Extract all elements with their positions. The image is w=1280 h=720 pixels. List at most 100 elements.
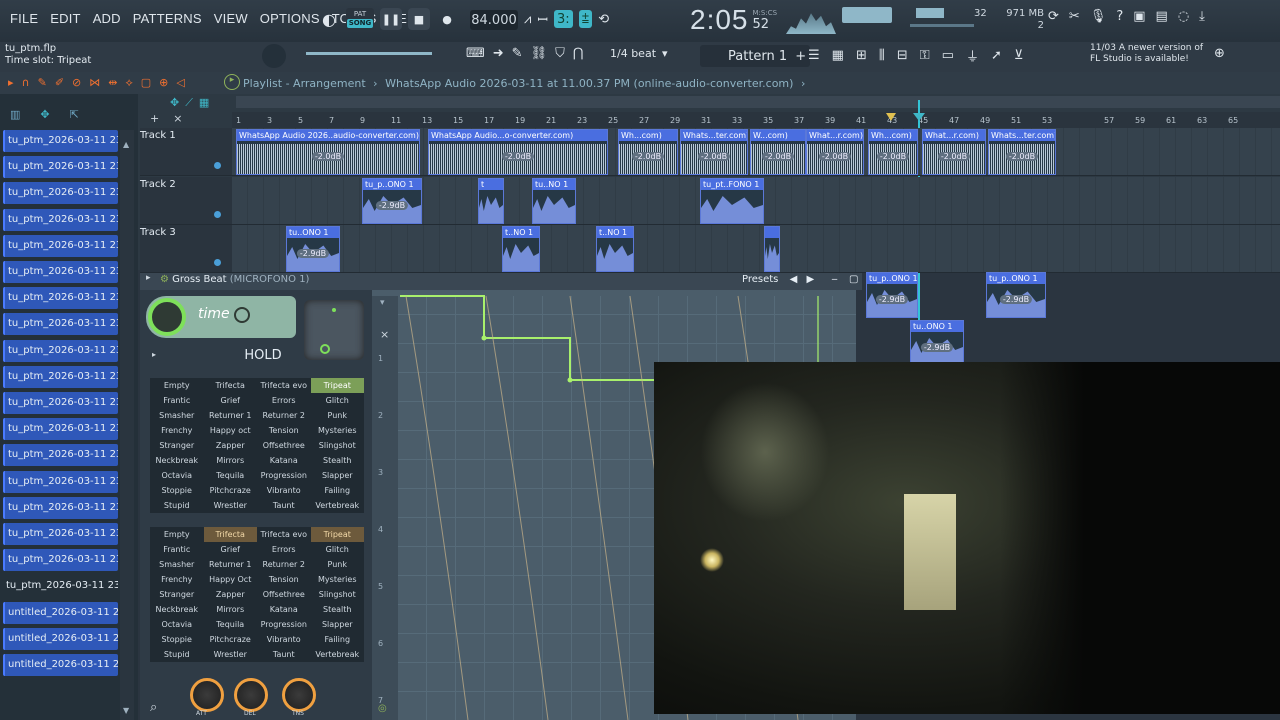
- preset-item[interactable]: Frenchy: [150, 423, 204, 438]
- browser-icon[interactable]: ⊟: [897, 46, 908, 65]
- preset-item[interactable]: Errors: [257, 542, 311, 557]
- preset-item[interactable]: Katana: [257, 453, 311, 468]
- preset-item[interactable]: Taunt: [257, 498, 311, 513]
- piano-roll-icon[interactable]: ▦: [832, 46, 844, 65]
- audio-clip[interactable]: t..NO 1: [596, 226, 634, 272]
- preset-item[interactable]: Trifecta: [204, 378, 258, 393]
- sidebar-file-item[interactable]: tu_ptm_2026-03-11 23-2...: [3, 365, 118, 388]
- sidebar-file-item[interactable]: tu_ptm_2026-03-11 23-2...: [3, 444, 118, 467]
- help-icon[interactable]: ?: [1116, 9, 1123, 24]
- sidebar-file-item[interactable]: tu_ptm_2026-03-11 23-2...: [3, 339, 118, 362]
- preset-item[interactable]: Wrestler: [204, 498, 258, 513]
- audio-clip[interactable]: What...r.com) -2.0dB: [806, 129, 864, 175]
- preset-item[interactable]: Happy oct: [204, 423, 258, 438]
- audio-clip[interactable]: Wh...com) -2.0dB: [618, 129, 678, 175]
- mixer-icon[interactable]: ⫼: [879, 46, 885, 65]
- preset-item[interactable]: Frenchy: [150, 572, 204, 587]
- preset-item[interactable]: Punk: [311, 408, 365, 423]
- tempo-display[interactable]: 84.000: [470, 10, 518, 30]
- slice-tool-icon[interactable]: ⟡: [125, 76, 132, 90]
- audio-clip[interactable]: tu..ONO 1 -2.9dB: [910, 320, 964, 366]
- add-track-icon[interactable]: +: [150, 112, 159, 125]
- preset-item[interactable]: Smasher: [150, 408, 204, 423]
- preset-item[interactable]: Slapper: [311, 617, 365, 632]
- master-pitch-icon[interactable]: ◐: [318, 8, 340, 30]
- preset-item[interactable]: Stoppie: [150, 483, 204, 498]
- audio-clip[interactable]: WhatsApp Audio...o-converter.com) -2.0dB: [428, 129, 608, 175]
- track-lane[interactable]: [232, 225, 1280, 273]
- sidebar-file-item[interactable]: tu_ptm_2026-03-11 23-2...: [3, 208, 118, 231]
- menu-edit[interactable]: EDIT: [44, 11, 86, 26]
- sidebar-file-item[interactable]: tu_ptm_2026-03-11 23-2...: [3, 313, 118, 336]
- sidebar-file-item[interactable]: tu_ptm_2026-03-11 23-2...: [3, 418, 118, 441]
- release-knob[interactable]: [234, 678, 268, 712]
- preset-item[interactable]: Pitchcraze: [204, 483, 258, 498]
- audio-clip[interactable]: tu_p..ONO 1 -2.9dB: [362, 178, 422, 224]
- preset-item[interactable]: Returner 1: [204, 557, 258, 572]
- preset-item[interactable]: Tripeat: [310, 378, 364, 393]
- sidebar-file-item[interactable]: tu_ptm_2026-03-11 23-2...: [3, 234, 118, 257]
- preset-item[interactable]: Progression: [257, 468, 311, 483]
- horizontal-scrollbar[interactable]: [236, 96, 1280, 108]
- preset-item[interactable]: Punk: [311, 557, 365, 572]
- preset-item[interactable]: Zapper: [204, 587, 258, 602]
- cart-icon[interactable]: ⊻: [1014, 46, 1024, 65]
- preset-item[interactable]: Neckbreak: [150, 602, 204, 617]
- zoom-slider-icon[interactable]: ⟋: [185, 96, 193, 110]
- preset-item[interactable]: Octavia: [150, 617, 204, 632]
- menu-patterns[interactable]: PATTERNS: [127, 11, 208, 26]
- playback-tool-icon[interactable]: ◁: [176, 76, 184, 90]
- zoom-tool-icon[interactable]: ⊕: [159, 76, 168, 90]
- preset-item[interactable]: Slapper: [311, 468, 365, 483]
- master-volume-slider[interactable]: [306, 52, 432, 55]
- audio-clip[interactable]: tu..ONO 1 -2.9dB: [286, 226, 340, 272]
- preset-item[interactable]: Tequila: [204, 617, 258, 632]
- browser-expand-icon[interactable]: ✥: [40, 108, 49, 121]
- save-icon[interactable]: ▣: [1133, 9, 1145, 24]
- preset-item[interactable]: Mysteries: [311, 572, 365, 587]
- preset-item[interactable]: Stoppie: [150, 632, 204, 647]
- preset-item[interactable]: Mirrors: [204, 453, 258, 468]
- stop-button[interactable]: ■: [408, 8, 430, 30]
- preset-item[interactable]: Slingshot: [311, 438, 365, 453]
- browser-toggle-icon[interactable]: ▥: [10, 108, 20, 121]
- preset-item[interactable]: Vertebreak: [311, 498, 365, 513]
- paint-tool-icon[interactable]: ✐: [55, 76, 64, 90]
- countdown-icon[interactable]: 3:: [553, 10, 573, 28]
- microphone-icon[interactable]: 🎙: [1090, 9, 1107, 24]
- track-header[interactable]: Track 1: [140, 128, 232, 176]
- preset-item[interactable]: Trifecta: [203, 527, 257, 542]
- preset-item[interactable]: Tripeat: [310, 527, 364, 542]
- sidebar-file-item[interactable]: tu_ptm_2026-03-11 23-2...: [3, 261, 118, 283]
- clock-icon[interactable]: [234, 307, 250, 323]
- preset-item[interactable]: Zapper: [204, 438, 258, 453]
- xy-pad[interactable]: [304, 300, 364, 360]
- stamp-icon[interactable]: ⛉: [555, 46, 565, 61]
- preset-item[interactable]: Offsethree: [257, 438, 311, 453]
- audio-clip[interactable]: t..NO 1: [502, 226, 540, 272]
- preset-item[interactable]: Katana: [257, 602, 311, 617]
- zoom-cross-icon[interactable]: ✥: [170, 96, 179, 110]
- scroll-down-icon[interactable]: ▾: [380, 298, 385, 308]
- blend-notes-icon[interactable]: ⩲: [578, 10, 593, 28]
- sidebar-file-item[interactable]: tu_ptm_2026-03-11 23-3...: [3, 575, 118, 597]
- channel-rack-icon[interactable]: ⊞: [856, 46, 867, 65]
- browser-options-icon[interactable]: ⇱: [70, 108, 79, 121]
- sidebar-file-item[interactable]: untitled_2026-03-11 23-...: [3, 654, 118, 676]
- pencil-icon[interactable]: ✎: [512, 46, 523, 61]
- menu-add[interactable]: ADD: [87, 11, 127, 26]
- delete-tool-icon[interactable]: ⊘: [72, 76, 81, 90]
- preset-item[interactable]: Tension: [257, 572, 311, 587]
- chat-icon[interactable]: ◌: [1178, 9, 1189, 24]
- sidebar-file-item[interactable]: tu_ptm_2026-03-11 23-2...: [3, 470, 118, 493]
- play-pause-button[interactable]: ❚❚: [380, 8, 402, 30]
- preset-item[interactable]: Taunt: [257, 647, 311, 662]
- audio-clip[interactable]: W...com) -2.0dB: [750, 129, 806, 175]
- preset-item[interactable]: Returner 2: [257, 408, 311, 423]
- sidebar-file-item[interactable]: tu_ptm_2026-03-11 23-2...: [3, 182, 118, 205]
- preset-item[interactable]: Offsethree: [257, 587, 311, 602]
- playhead-marker[interactable]: [913, 113, 925, 121]
- preset-item[interactable]: Tequila: [204, 468, 258, 483]
- sidebar-file-item[interactable]: tu_ptm_2026-03-11 23-2...: [3, 287, 118, 310]
- mute-tool-icon[interactable]: ⋈: [89, 76, 100, 90]
